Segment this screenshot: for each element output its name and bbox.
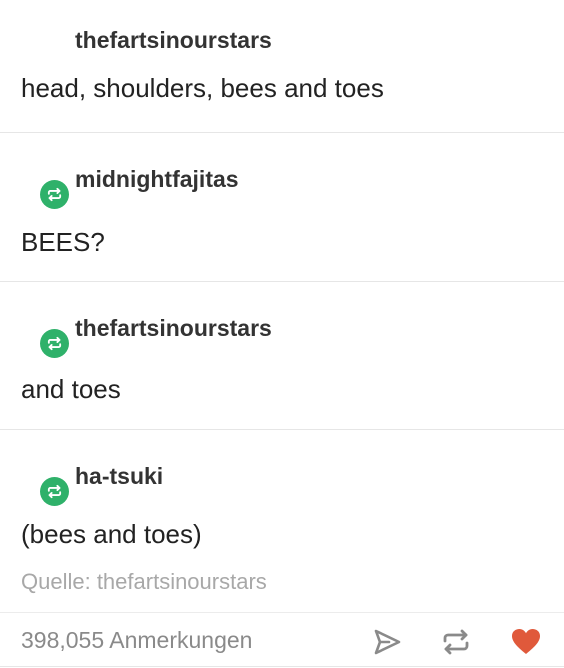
reblog-button[interactable] xyxy=(438,624,474,660)
reblog-icon xyxy=(443,629,469,655)
share-button[interactable] xyxy=(369,624,405,660)
post-body-text: (bees and toes) xyxy=(21,519,202,549)
post-username[interactable]: thefartsinourstars xyxy=(75,27,272,54)
notes-count[interactable]: 398,055 Anmerkungen xyxy=(21,627,252,654)
reblog-icon xyxy=(40,180,69,209)
share-icon xyxy=(374,629,401,655)
reblog-icon xyxy=(40,477,69,506)
source-link[interactable]: Quelle: thefartsinourstars xyxy=(21,569,267,595)
post-original: thefartsinourstars head, shoulders, bees… xyxy=(0,0,564,133)
like-button[interactable] xyxy=(508,624,544,660)
post-body-text: BEES? xyxy=(21,227,105,257)
post-reblog: thefartsinourstars and toes xyxy=(0,282,564,430)
post-username[interactable]: midnightfajitas xyxy=(75,166,239,193)
post-username[interactable]: thefartsinourstars xyxy=(75,315,272,342)
heart-icon xyxy=(512,629,540,654)
post-reblog: midnightfajitas BEES? xyxy=(0,133,564,282)
reblog-icon xyxy=(40,329,69,358)
post-footer: 398,055 Anmerkungen xyxy=(0,612,564,668)
post-body-text: and toes xyxy=(21,374,121,404)
post-username[interactable]: ha-tsuki xyxy=(75,463,163,490)
post-body-text: head, shoulders, bees and toes xyxy=(21,73,384,103)
